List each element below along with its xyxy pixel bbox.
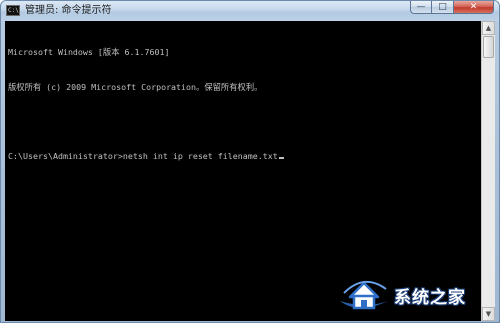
minimize-button[interactable]: — [410, 1, 432, 14]
console-line-copyright: 版权所有 (c) 2009 Microsoft Corporation。保留所有… [8, 81, 263, 92]
console-line-blank [8, 116, 284, 128]
close-button[interactable]: ✕ [454, 1, 494, 14]
watermark-text: 系统之家 [394, 288, 466, 308]
console-text: Microsoft Windows [版本 6.1.7601] 版权所有 (c)… [8, 24, 284, 185]
console-line-version: Microsoft Windows [版本 6.1.7601] [8, 47, 170, 57]
watermark: 系统之家 [336, 271, 496, 317]
cmd-icon[interactable]: C:\ [6, 5, 20, 16]
cmd-icon-label: C:\ [8, 7, 19, 14]
scroll-up-arrow-icon[interactable]: ▲ [482, 21, 495, 35]
scroll-thumb[interactable] [483, 36, 494, 58]
text-cursor [278, 156, 284, 159]
maximize-button[interactable]: □ [432, 1, 454, 14]
command-input[interactable]: C:\Users\Administrator>netsh int ip rese… [8, 151, 278, 161]
console-line-command: C:\Users\Administrator>netsh int ip rese… [8, 151, 284, 163]
caption-buttons: — □ ✕ [410, 1, 494, 15]
house-logo-icon [340, 281, 388, 310]
title-bar[interactable]: C:\ 管理员: 命令提示符 — □ ✕ [1, 1, 499, 21]
window-title: 管理员: 命令提示符 [25, 5, 112, 16]
